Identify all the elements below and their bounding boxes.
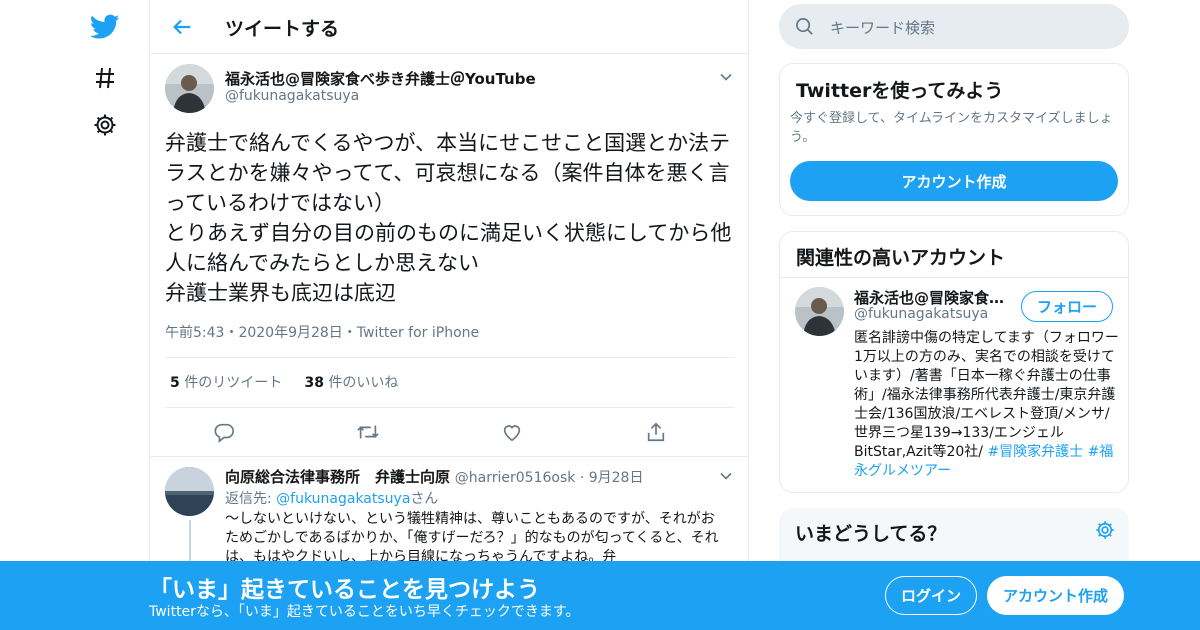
gear-icon[interactable] (90, 110, 120, 140)
reply-icon[interactable] (210, 418, 238, 446)
reply-author[interactable]: 向原総合法律事務所 弁護士向原 @harrier0516osk · 9月28日 (225, 466, 643, 487)
signup-banner: 「いま」起きていることを見つけよう Twitterなら、「いま」起きていることを… (0, 561, 1200, 630)
tweet-text: 弁護士で絡んでくるやつが、本当にせこせこと国選とか法テラスとかを嫌々やってて、可… (165, 131, 732, 305)
reply-avatar[interactable] (165, 467, 214, 516)
search-icon (795, 17, 814, 40)
divider (150, 456, 748, 457)
signup-button[interactable]: アカウント作成 (987, 576, 1124, 615)
reply-to-link[interactable]: @fukunagakatsuya (276, 491, 410, 507)
retweet-stat[interactable]: 5 件のリツイート (170, 375, 282, 391)
page-header: ツイートする (150, 0, 748, 54)
hashtag-link[interactable]: #冒険家弁護士 (987, 444, 1083, 460)
main-column: ツイートする 福永活也@冒険家食べ歩き弁護士＠YouTube @fukunaga… (149, 0, 749, 630)
gear-icon[interactable] (1095, 520, 1115, 544)
related-account-avatar[interactable] (795, 287, 844, 336)
author-avatar[interactable] (165, 64, 214, 113)
trends-card: いまどうしてる？ (779, 508, 1129, 568)
banner-title: 「いま」起きていることを見つけよう (149, 577, 540, 603)
trends-card-title: いまどうしてる？ (795, 523, 947, 545)
follow-button[interactable]: フォロー (1021, 291, 1113, 322)
signup-card-subtitle: 今すぐ登録して、タイムラインをカスタマイズしましょう。 (790, 111, 1113, 145)
banner-subtitle: Twitterなら、「いま」起きていることをいち早くチェックできます。 (149, 604, 580, 620)
reply-text: ～しないといけない、という犠牲精神は、尊いこともあるのですが、それがおためごかし… (225, 511, 719, 565)
login-button[interactable]: ログイン (885, 576, 977, 615)
related-card-title: 関連性の高いアカウント (796, 247, 1006, 269)
share-icon[interactable] (642, 418, 670, 446)
tweet-timestamp[interactable]: 午前5:43・2020年9月28日・Twitter for iPhone (165, 322, 479, 342)
divider (165, 357, 735, 358)
divider (165, 407, 735, 408)
tweet-actions (210, 418, 670, 446)
signup-card-title: Twitterを使ってみよう (796, 80, 1004, 102)
related-account-handle[interactable]: @fukunagakatsuya (854, 306, 988, 322)
like-stat[interactable]: 38 件のいいね (304, 375, 398, 391)
related-account-name[interactable]: 福永活也@冒険家食… (854, 287, 1014, 308)
author-name[interactable]: 福永活也@冒険家食べ歩き弁護士＠YouTube (225, 68, 536, 89)
search-placeholder: キーワード検索 (830, 19, 936, 37)
hashtag-icon[interactable] (90, 63, 120, 93)
create-account-button[interactable]: アカウント作成 (790, 161, 1118, 201)
heart-icon[interactable] (498, 418, 526, 446)
divider (780, 277, 1128, 278)
twitter-bird-icon[interactable] (90, 12, 120, 42)
signup-card: Twitterを使ってみよう 今すぐ登録して、タイムラインをカスタマイズしましょ… (779, 63, 1129, 216)
page-title: ツイートする (225, 18, 340, 40)
retweet-icon[interactable] (354, 418, 382, 446)
chevron-down-icon[interactable] (718, 69, 734, 85)
chevron-down-icon[interactable] (718, 468, 734, 484)
reply-to-line: 返信先: @fukunagakatsuyaさん (225, 491, 439, 507)
back-arrow-icon[interactable] (168, 13, 196, 41)
related-accounts-card: 関連性の高いアカウント 福永活也@冒険家食… @fukunagakatsuya … (779, 231, 1129, 493)
search-box[interactable]: キーワード検索 (779, 4, 1129, 49)
tweet-stats: 5 件のリツイート 38 件のいいね (170, 372, 398, 392)
author-handle[interactable]: @fukunagakatsuya (225, 88, 359, 104)
related-account-bio: 匿名誹謗中傷の特定してます（フォロワー1万以上の方のみ、実名での相談を受けていま… (854, 330, 1119, 479)
